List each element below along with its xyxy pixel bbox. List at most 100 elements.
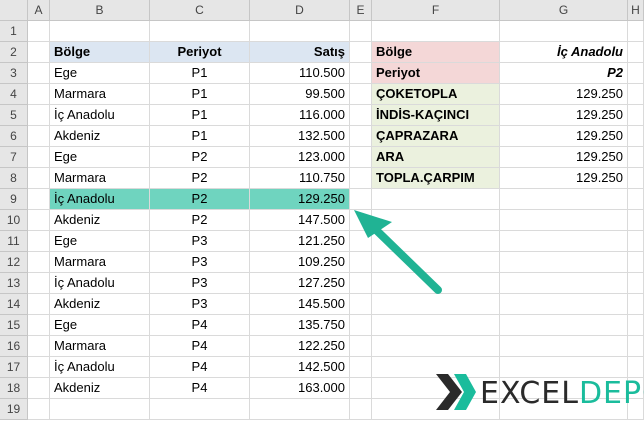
cell[interactable]	[350, 357, 372, 378]
cell[interactable]	[500, 210, 628, 231]
row-header-2[interactable]: 2	[0, 42, 28, 63]
cell[interactable]	[372, 231, 500, 252]
cell[interactable]	[350, 147, 372, 168]
row-header-5[interactable]: 5	[0, 105, 28, 126]
cell[interactable]	[350, 126, 372, 147]
cell[interactable]	[28, 105, 50, 126]
result-value[interactable]: 129.250	[500, 147, 628, 168]
row-header-17[interactable]: 17	[0, 357, 28, 378]
cell[interactable]	[628, 63, 644, 84]
cell[interactable]	[28, 315, 50, 336]
table-row-sales[interactable]: 121.250	[250, 231, 350, 252]
table-row-period[interactable]: P4	[150, 336, 250, 357]
cell[interactable]	[372, 273, 500, 294]
table-row-region[interactable]: Ege	[50, 63, 150, 84]
cell[interactable]	[28, 399, 50, 420]
table-row-sales[interactable]: 122.250	[250, 336, 350, 357]
column-header-b[interactable]: B	[50, 0, 150, 21]
cell[interactable]	[350, 189, 372, 210]
cell[interactable]	[628, 294, 644, 315]
table-row-sales[interactable]: 129.250	[250, 189, 350, 210]
row-header-16[interactable]: 16	[0, 336, 28, 357]
table-row-period[interactable]: P4	[150, 357, 250, 378]
row-header-1[interactable]: 1	[0, 21, 28, 42]
table-row-region[interactable]: Ege	[50, 315, 150, 336]
table-row-sales[interactable]: 109.250	[250, 252, 350, 273]
result-value[interactable]: 129.250	[500, 105, 628, 126]
column-header-f[interactable]: F	[372, 0, 500, 21]
table-row-region[interactable]: Marmara	[50, 168, 150, 189]
cell[interactable]	[28, 147, 50, 168]
cell[interactable]	[350, 210, 372, 231]
cell[interactable]	[350, 63, 372, 84]
table-row-region[interactable]: İç Anadolu	[50, 189, 150, 210]
cell[interactable]	[350, 84, 372, 105]
column-header-e[interactable]: E	[350, 0, 372, 21]
cell[interactable]	[628, 189, 644, 210]
table-row-period[interactable]: P1	[150, 126, 250, 147]
row-header-6[interactable]: 6	[0, 126, 28, 147]
row-header-19[interactable]: 19	[0, 399, 28, 420]
cell[interactable]	[50, 399, 150, 420]
cell[interactable]	[350, 21, 372, 42]
table-row-sales[interactable]: 145.500	[250, 294, 350, 315]
cell[interactable]	[28, 336, 50, 357]
table-row-region[interactable]: Marmara	[50, 252, 150, 273]
row-header-14[interactable]: 14	[0, 294, 28, 315]
lookup-period-value[interactable]: P2	[500, 63, 628, 84]
row-header-15[interactable]: 15	[0, 315, 28, 336]
cell[interactable]	[372, 315, 500, 336]
table-row-period[interactable]: P2	[150, 189, 250, 210]
cell[interactable]	[628, 147, 644, 168]
cell[interactable]	[628, 84, 644, 105]
cell[interactable]	[500, 273, 628, 294]
table-row-region[interactable]: Akdeniz	[50, 210, 150, 231]
cell[interactable]	[28, 231, 50, 252]
row-header-12[interactable]: 12	[0, 252, 28, 273]
row-header-13[interactable]: 13	[0, 273, 28, 294]
cell[interactable]	[372, 189, 500, 210]
table-row-period[interactable]: P2	[150, 210, 250, 231]
cell[interactable]	[628, 273, 644, 294]
table-row-region[interactable]: Ege	[50, 231, 150, 252]
table-row-region[interactable]: İç Anadolu	[50, 357, 150, 378]
table-row-sales[interactable]: 110.750	[250, 168, 350, 189]
row-header-8[interactable]: 8	[0, 168, 28, 189]
table-row-sales[interactable]: 116.000	[250, 105, 350, 126]
table-row-region[interactable]: Marmara	[50, 336, 150, 357]
table-row-region[interactable]: İç Anadolu	[50, 105, 150, 126]
cell[interactable]	[500, 252, 628, 273]
cell[interactable]	[28, 273, 50, 294]
cell[interactable]	[372, 21, 500, 42]
cell[interactable]	[500, 231, 628, 252]
table-row-period[interactable]: P3	[150, 231, 250, 252]
table-row-region[interactable]: Marmara	[50, 84, 150, 105]
column-header-g[interactable]: G	[500, 0, 628, 21]
lookup-region-value[interactable]: İç Anadolu	[500, 42, 628, 63]
table-row-sales[interactable]: 110.500	[250, 63, 350, 84]
table-row-period[interactable]: P2	[150, 147, 250, 168]
cell[interactable]	[628, 105, 644, 126]
cell[interactable]	[28, 168, 50, 189]
cell[interactable]	[350, 105, 372, 126]
table-row-sales[interactable]: 123.000	[250, 147, 350, 168]
table-row-period[interactable]: P1	[150, 84, 250, 105]
table-row-sales[interactable]: 132.500	[250, 126, 350, 147]
table-row-period[interactable]: P3	[150, 252, 250, 273]
cell[interactable]	[250, 21, 350, 42]
cell[interactable]	[500, 336, 628, 357]
row-header-7[interactable]: 7	[0, 147, 28, 168]
column-header-h[interactable]: H	[628, 0, 644, 21]
cell[interactable]	[628, 231, 644, 252]
cell[interactable]	[350, 231, 372, 252]
cell[interactable]	[28, 189, 50, 210]
result-value[interactable]: 129.250	[500, 126, 628, 147]
cell[interactable]	[28, 210, 50, 231]
table-row-region[interactable]: İç Anadolu	[50, 273, 150, 294]
table-row-region[interactable]: Akdeniz	[50, 294, 150, 315]
row-header-3[interactable]: 3	[0, 63, 28, 84]
table-row-period[interactable]: P4	[150, 315, 250, 336]
cell[interactable]	[372, 294, 500, 315]
cell[interactable]	[372, 252, 500, 273]
cell[interactable]	[250, 399, 350, 420]
